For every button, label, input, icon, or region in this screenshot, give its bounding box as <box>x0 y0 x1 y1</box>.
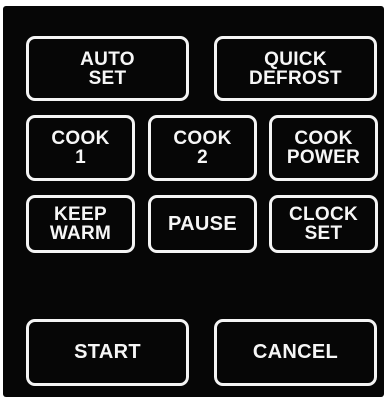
cook-power-label-line2: POWER <box>286 147 361 168</box>
cook-power-button[interactable]: COOK POWER <box>269 115 378 181</box>
keep-warm-button[interactable]: KEEP WARM <box>26 195 135 253</box>
clock-set-button[interactable]: CLOCK SET <box>269 195 378 253</box>
cook-2-label-line1: COOK <box>173 128 232 149</box>
cancel-button[interactable]: CANCEL <box>214 319 377 386</box>
cook-1-label-line1: COOK <box>51 128 110 149</box>
cook-1-label-line2: 1 <box>75 147 86 168</box>
start-button[interactable]: START <box>26 319 189 386</box>
cancel-label: CANCEL <box>252 341 339 363</box>
clock-set-label-line1: CLOCK <box>288 204 359 225</box>
control-panel: AUTO SET QUICK DEFROST COOK 1 COOK 2 COO… <box>3 6 384 397</box>
cook-power-label-line1: COOK <box>294 128 353 149</box>
pause-button[interactable]: PAUSE <box>148 195 257 253</box>
keep-warm-label-line1: KEEP <box>54 204 107 225</box>
quick-defrost-button[interactable]: QUICK DEFROST <box>214 36 377 101</box>
keep-warm-label-line2: WARM <box>49 223 112 244</box>
cook-1-button[interactable]: COOK 1 <box>26 115 135 181</box>
quick-defrost-label-line2: DEFROST <box>249 67 342 89</box>
cook-2-label-line2: 2 <box>197 147 208 168</box>
cook-2-button[interactable]: COOK 2 <box>148 115 257 181</box>
pause-label: PAUSE <box>168 212 237 235</box>
quick-defrost-label-line1: QUICK <box>264 48 327 70</box>
auto-set-label-line2: SET <box>88 67 127 89</box>
clock-set-label-line2: SET <box>304 223 343 244</box>
auto-set-button[interactable]: AUTO SET <box>26 36 189 101</box>
auto-set-label-line1: AUTO <box>80 48 135 70</box>
start-label: START <box>74 341 141 363</box>
